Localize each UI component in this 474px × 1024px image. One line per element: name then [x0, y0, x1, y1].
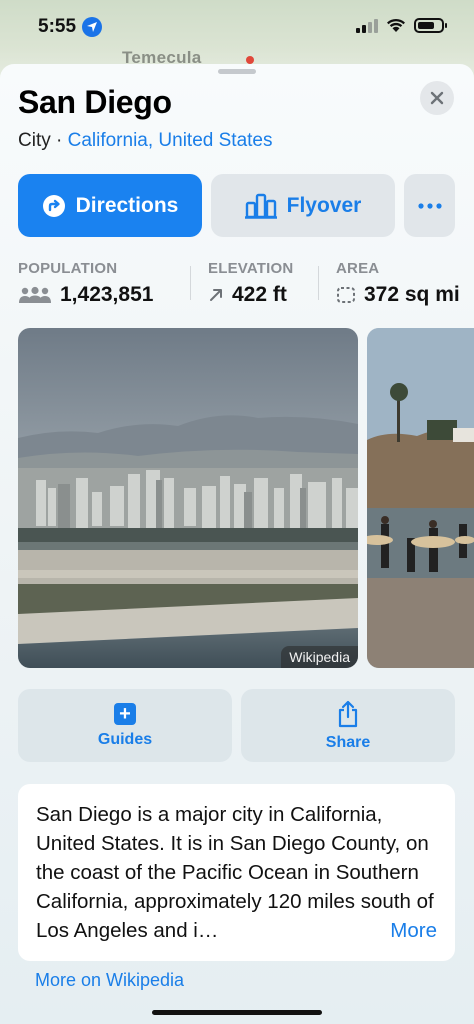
- plus-icon: +: [114, 702, 136, 725]
- stat-elevation: ELEVATION 422 ft: [208, 260, 293, 307]
- map-pin: [246, 56, 254, 64]
- action-buttons: Directions Flyover: [18, 174, 456, 237]
- dashed-square-icon: [337, 287, 355, 303]
- elevation-value: 422 ft: [232, 283, 287, 306]
- flyover-label: Flyover: [286, 193, 362, 217]
- guides-label: Guides: [97, 730, 153, 748]
- guides-button[interactable]: + Guides: [18, 689, 232, 762]
- cellular-signal-icon: [356, 18, 378, 33]
- close-button[interactable]: [420, 81, 454, 115]
- directions-button[interactable]: Directions: [18, 174, 202, 237]
- place-subtitle: City · California, United States: [18, 130, 273, 152]
- photo-credit: Wikipedia: [281, 646, 358, 668]
- elevation-label: ELEVATION: [208, 260, 294, 277]
- share-icon: [338, 700, 358, 727]
- beach-photo[interactable]: [367, 328, 474, 668]
- stat-divider: [190, 266, 191, 300]
- more-options-button[interactable]: [404, 174, 455, 237]
- stat-population: POPULATION 1,423,851: [18, 260, 153, 307]
- description-text: San Diego is a major city in California,…: [36, 803, 434, 942]
- location-arrow-icon: [82, 17, 102, 37]
- wifi-icon: [387, 18, 405, 32]
- description-card: San Diego is a major city in California,…: [18, 784, 455, 961]
- stat-divider: [318, 266, 319, 300]
- ellipsis-icon: [417, 202, 442, 209]
- place-type: City ·: [18, 130, 68, 151]
- place-stats: POPULATION 1,423,851 ELEVATION 422 ft AR…: [18, 260, 474, 308]
- description-more-link[interactable]: More: [384, 919, 437, 943]
- battery-icon: [414, 18, 447, 33]
- more-on-wikipedia-link[interactable]: More on Wikipedia: [35, 970, 184, 991]
- stat-area: AREA 372 sq mi: [336, 260, 460, 307]
- status-time: 5:55: [38, 16, 77, 37]
- beach-image: [367, 328, 474, 668]
- place-title: San Diego: [18, 84, 172, 120]
- buildings-icon: [244, 193, 277, 219]
- home-indicator[interactable]: [152, 1010, 322, 1015]
- directions-label: Directions: [75, 193, 179, 217]
- share-label: Share: [325, 733, 371, 751]
- directions-icon: [42, 194, 65, 217]
- city-skyline-photo[interactable]: Wikipedia: [18, 328, 358, 668]
- close-icon: [430, 91, 444, 105]
- population-value: 1,423,851: [60, 283, 154, 306]
- population-label: POPULATION: [18, 260, 118, 277]
- share-button[interactable]: Share: [241, 689, 455, 762]
- sheet-grabber[interactable]: [218, 69, 256, 74]
- status-bar: 5:55: [0, 0, 474, 54]
- place-region-link[interactable]: California, United States: [68, 130, 273, 151]
- flyover-button[interactable]: Flyover: [211, 174, 395, 237]
- status-icons: [356, 18, 447, 33]
- place-sheet: San Diego City · California, United Stat…: [0, 64, 474, 1024]
- arrow-up-right-icon: [210, 289, 222, 301]
- area-label: AREA: [336, 260, 380, 277]
- people-icon: [19, 286, 51, 303]
- area-value: 372 sq mi: [364, 283, 460, 306]
- skyline-image: [18, 328, 358, 668]
